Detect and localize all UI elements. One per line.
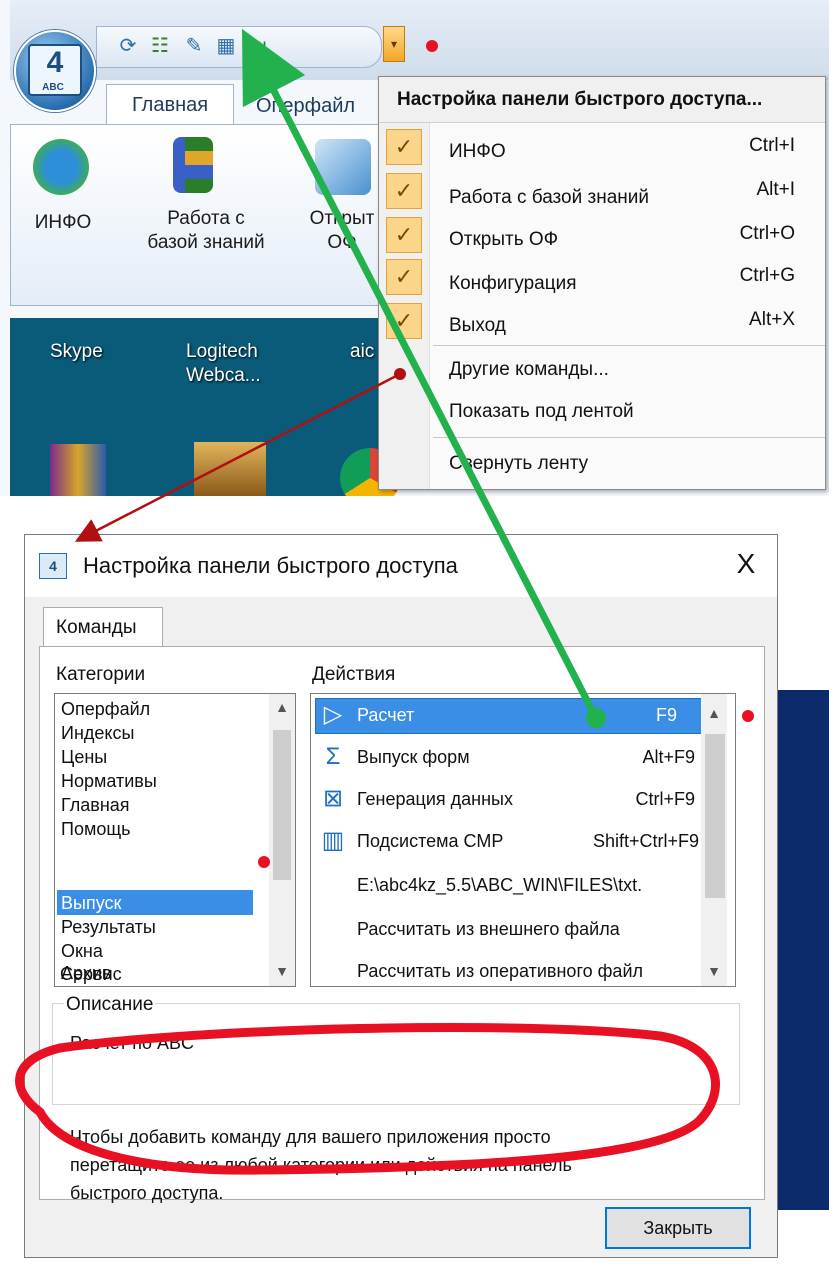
red-arrow	[74, 372, 401, 542]
green-dot	[586, 708, 606, 728]
red-arrow-dot	[394, 368, 406, 380]
red-highlight-ellipse	[15, 1022, 720, 1175]
red-dot	[426, 40, 438, 52]
red-dot	[258, 856, 270, 868]
green-arrow	[242, 28, 600, 720]
red-dot	[742, 710, 754, 722]
annotation-overlay	[15, 28, 754, 1175]
